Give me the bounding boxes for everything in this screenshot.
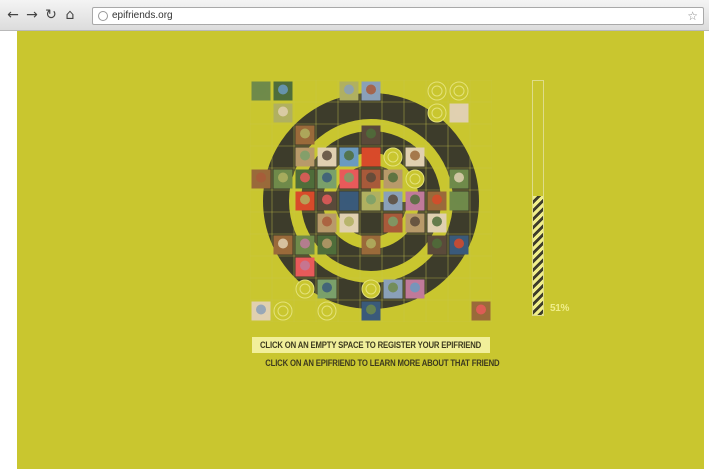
friend-photo-detail — [322, 238, 332, 249]
friend-photo-detail — [344, 172, 354, 183]
star-icon[interactable]: ☆ — [687, 8, 698, 24]
friend-photo-detail — [256, 304, 266, 315]
friend-photo-detail — [410, 150, 420, 161]
friend-photo-detail — [388, 172, 398, 183]
friend-photo-detail — [278, 172, 288, 183]
register-banner[interactable]: CLICK ON AN EMPTY SPACE TO REGISTER YOUR… — [252, 337, 490, 353]
empty-slot-emblem[interactable] — [361, 279, 381, 299]
friend-photo-detail — [344, 84, 354, 95]
friend-photo-detail — [388, 282, 398, 293]
reload-icon[interactable]: ↻ — [44, 7, 58, 23]
friend-photo-detail — [322, 194, 332, 205]
friend-photo-detail — [256, 172, 266, 183]
progress-label: 51% — [550, 303, 570, 314]
friend-photo-detail — [366, 84, 376, 95]
friend-photo-detail — [366, 238, 376, 249]
friend-photo-detail — [432, 238, 442, 249]
friend-photo-detail — [256, 84, 266, 95]
url-text: epifriends.org — [112, 10, 173, 21]
register-banner-text: CLICK ON AN EMPTY SPACE TO REGISTER YOUR… — [260, 340, 482, 350]
friend-photo-detail — [278, 238, 288, 249]
friend-photo-detail — [454, 172, 464, 183]
friend-photo-detail — [410, 216, 420, 227]
friend-photo-detail — [366, 128, 376, 139]
friend-photo-detail — [366, 304, 376, 315]
empty-slot-emblem[interactable] — [405, 169, 425, 189]
window-left-edge — [0, 0, 17, 469]
friend-photo-detail — [344, 194, 354, 205]
friend-photo-detail — [344, 216, 354, 227]
friend-photo-detail — [454, 106, 464, 117]
epifriends-board — [249, 79, 493, 323]
friend-photo-detail — [476, 304, 486, 315]
empty-slot-emblem[interactable] — [295, 279, 315, 299]
friend-photo-detail — [344, 150, 354, 161]
friend-photo-detail — [432, 216, 442, 227]
friend-photo-detail — [300, 150, 310, 161]
friend-photo-detail — [454, 238, 464, 249]
empty-slot-emblem[interactable] — [449, 81, 469, 101]
friend-photo-detail — [300, 172, 310, 183]
friend-photo-detail — [366, 194, 376, 205]
friend-photo-detail — [388, 194, 398, 205]
friend-photo-detail — [300, 260, 310, 271]
empty-slot-emblem[interactable] — [427, 103, 447, 123]
friend-photo-detail — [300, 128, 310, 139]
browser-toolbar: ← → ↻ ⌂ epifriends.org ☆ — [0, 0, 709, 31]
friend-photo-detail — [410, 194, 420, 205]
forward-arrow-icon[interactable]: → — [25, 7, 39, 23]
friend-photo-detail — [300, 194, 310, 205]
back-arrow-icon[interactable]: ← — [6, 7, 20, 23]
empty-slot-emblem[interactable] — [427, 81, 447, 101]
progress-bar — [532, 80, 544, 316]
friend-photo-detail — [366, 150, 376, 161]
board-graphic — [249, 79, 493, 323]
empty-slot-emblem[interactable] — [383, 147, 403, 167]
friend-photo-detail — [366, 172, 376, 183]
address-bar[interactable]: epifriends.org ☆ — [92, 7, 704, 25]
friend-photo-detail — [388, 216, 398, 227]
friend-photo-detail — [322, 216, 332, 227]
globe-icon — [98, 11, 108, 21]
empty-slot-emblem[interactable] — [273, 301, 293, 321]
friend-photo-detail — [322, 172, 332, 183]
friend-photo-detail — [278, 106, 288, 117]
progress-fill — [533, 195, 543, 315]
friend-photo-detail — [322, 282, 332, 293]
window-right-edge — [704, 0, 709, 469]
friend-photo-detail — [300, 238, 310, 249]
friend-photo-detail — [322, 150, 332, 161]
learn-more-hint: CLICK ON AN EPIFRIEND TO LEARN MORE ABOU… — [265, 358, 500, 368]
home-icon[interactable]: ⌂ — [63, 7, 77, 23]
friend-photo-detail — [432, 194, 442, 205]
friend-photo-detail — [454, 194, 464, 205]
friend-photo-detail — [278, 84, 288, 95]
friend-photo-detail — [410, 282, 420, 293]
empty-slot-emblem[interactable] — [317, 301, 337, 321]
